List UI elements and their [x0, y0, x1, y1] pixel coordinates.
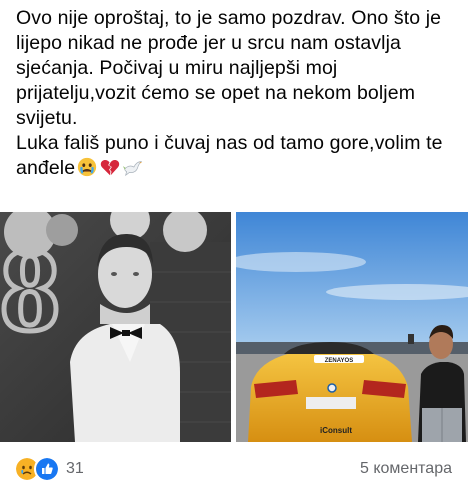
post-text: Ovo nije oproštaj, to je samo pozdrav. O… — [16, 6, 456, 181]
reactions-summary[interactable]: 31 — [14, 456, 84, 482]
photo-car[interactable]: ZENAYOS iConsult — [236, 212, 468, 442]
emoji-group — [75, 157, 144, 179]
photo-grid[interactable]: 8 ZENAYOS iConsult — [0, 212, 468, 442]
dove-icon — [123, 161, 143, 177]
car-photo-image: ZENAYOS iConsult — [236, 212, 468, 442]
post-footer: 31 5 коментара — [0, 452, 468, 492]
crying-face-icon — [78, 157, 97, 177]
comments-count-link[interactable]: 5 коментара — [360, 460, 452, 478]
reaction-count: 31 — [66, 460, 84, 477]
svg-text:8: 8 — [0, 223, 60, 356]
car-badge-text: iConsult — [320, 426, 352, 435]
broken-heart-icon — [100, 160, 120, 176]
like-reaction-icon — [34, 456, 60, 482]
post-paragraph-2: Luka fališ puno i čuvaj nas od tamo gore… — [16, 131, 456, 181]
portrait-photo-image: 8 — [0, 212, 231, 442]
car-plate-text: ZENAYOS — [325, 358, 353, 364]
post-paragraph-1: Ovo nije oproštaj, to je samo pozdrav. O… — [16, 7, 442, 129]
photo-portrait[interactable]: 8 — [0, 212, 231, 442]
